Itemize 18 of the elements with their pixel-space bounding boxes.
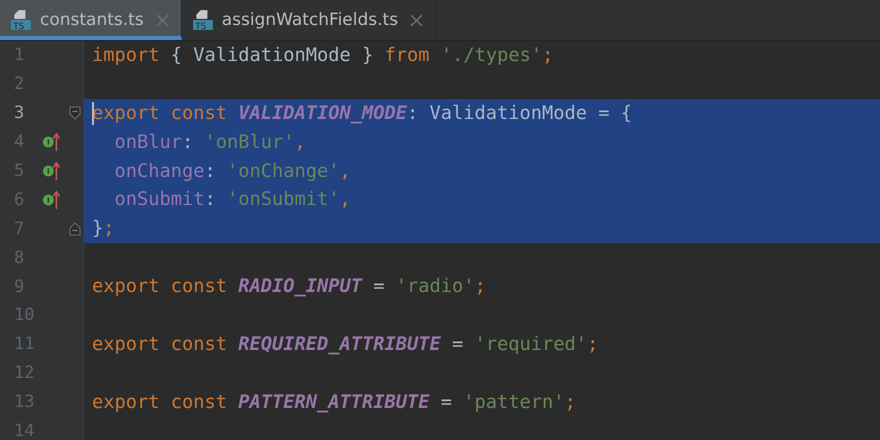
code-line: onChange: 'onChange', <box>114 160 351 182</box>
line-number: 3 <box>13 103 26 124</box>
code-line: export const RADIO_INPUT = 'radio'; <box>92 276 486 298</box>
code-line: export const REQUIRED_ATTRIBUTE = 'required'; <box>92 334 598 355</box>
editor-tab[interactable]: TS constants.ts <box>0 0 182 40</box>
code-line: export const VALIDATION_MODE: ValidationMode = { <box>92 102 632 124</box>
code-line: import { ValidationMode } from './types'; <box>92 44 554 66</box>
implementation-marker-icon[interactable] <box>42 160 60 182</box>
code-line: export const PATTERN_ATTRIBUTE = 'pattern'; <box>92 392 576 413</box>
fold-icon[interactable] <box>69 222 82 236</box>
code-line: onBlur: 'onBlur', <box>114 132 306 153</box>
code-line: onSubmit: 'onSubmit', <box>114 189 351 210</box>
fold-icon[interactable] <box>69 106 82 120</box>
editor-tab[interactable]: TS assignWatchFields.ts <box>182 0 436 40</box>
close-icon[interactable] <box>410 14 424 26</box>
code-line: }; <box>92 218 115 240</box>
implementation-marker-icon[interactable] <box>42 188 60 211</box>
implementation-marker-icon[interactable] <box>42 131 60 154</box>
